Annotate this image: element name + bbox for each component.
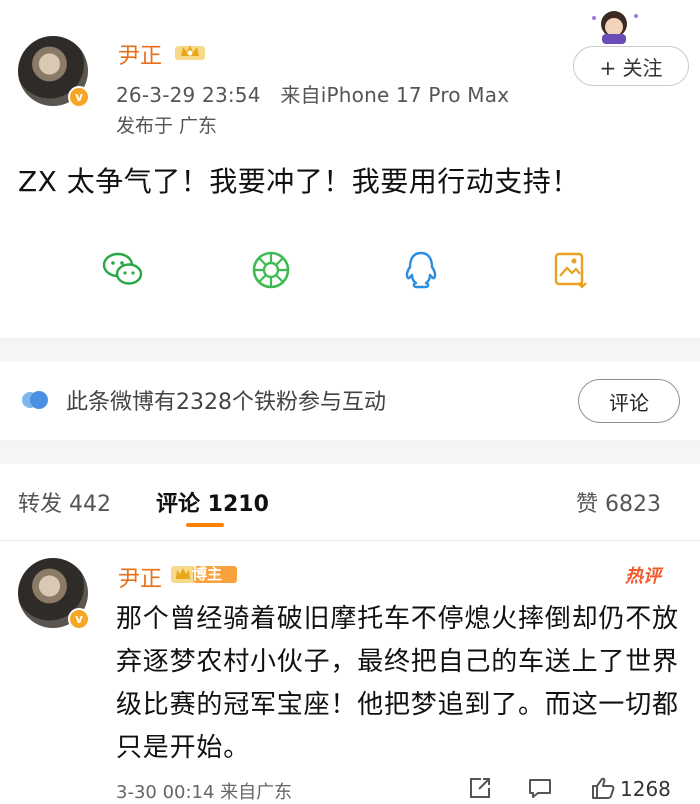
- comment-time: 3-30 00:14 来自广东: [116, 782, 293, 803]
- comment-button-label: 评论: [609, 390, 649, 415]
- blogger-badge-label: 博主: [192, 565, 223, 583]
- comment-body: 那个曾经骑着破旧摩托车不停熄火摔倒却仍不放弃逐梦农村小伙子，最终把自己的车送上了…: [116, 604, 679, 763]
- follow-button[interactable]: + 关注: [573, 46, 689, 86]
- verified-badge-icon: v: [68, 86, 90, 108]
- tab-likes[interactable]: 赞 6823: [576, 486, 661, 518]
- follow-button-label: + 关注: [599, 55, 663, 80]
- share-row: [0, 244, 700, 300]
- commenter-name[interactable]: 尹正: [118, 561, 162, 593]
- verified-badge-icon: v: [68, 608, 90, 630]
- moments-icon: [252, 251, 290, 289]
- fans-interaction-text: 此条微博有2328个铁粉参与互动: [66, 390, 386, 415]
- share-moments-button[interactable]: [246, 244, 296, 296]
- save-image-button[interactable]: [546, 244, 596, 296]
- post-location: 发布于 广东: [116, 115, 218, 137]
- post-tabs: 转发 442 评论 1210 赞 6823: [0, 472, 700, 532]
- comment-button[interactable]: 评论: [578, 379, 680, 423]
- share-wechat-button[interactable]: [98, 244, 148, 296]
- section-divider: [0, 440, 700, 464]
- post-source: 来自iPhone 17 Pro Max: [280, 83, 510, 107]
- section-divider: [0, 338, 700, 362]
- share-qq-button[interactable]: [396, 244, 446, 296]
- like-thumb-icon[interactable]: [590, 776, 616, 800]
- author-name[interactable]: 尹正: [118, 38, 162, 70]
- follow-mascot-icon: [592, 11, 638, 44]
- divider: [0, 540, 700, 541]
- comment-like-count: 1268: [620, 777, 671, 801]
- wechat-icon: [102, 252, 143, 285]
- commenter-avatar[interactable]: v: [18, 558, 90, 630]
- active-tab-indicator: [186, 523, 224, 527]
- fans-bubble-icon: [22, 391, 48, 409]
- comment-footer: 3-30 00:14 来自广东 1268: [0, 774, 700, 804]
- crown-badge-icon: [175, 45, 205, 60]
- post-timestamp: 26-3-29 23:54: [116, 83, 261, 107]
- tab-comments[interactable]: 评论 1210: [156, 486, 269, 518]
- tab-repost[interactable]: 转发 442: [18, 486, 111, 518]
- post-body: ZX 太争气了！我要冲了！我要用行动支持！: [18, 165, 580, 198]
- hot-comment-tag: 热评: [625, 566, 661, 587]
- fans-interaction-row: 此条微博有2328个铁粉参与互动 评论: [0, 362, 700, 440]
- comment-icon[interactable]: [527, 776, 553, 800]
- qq-icon: [405, 251, 437, 289]
- save-image-icon: [554, 252, 587, 289]
- repost-icon[interactable]: [467, 776, 493, 800]
- post-meta: 26-3-29 23:54 来自iPhone 17 Pro Max: [116, 79, 509, 108]
- author-avatar[interactable]: v: [18, 36, 90, 108]
